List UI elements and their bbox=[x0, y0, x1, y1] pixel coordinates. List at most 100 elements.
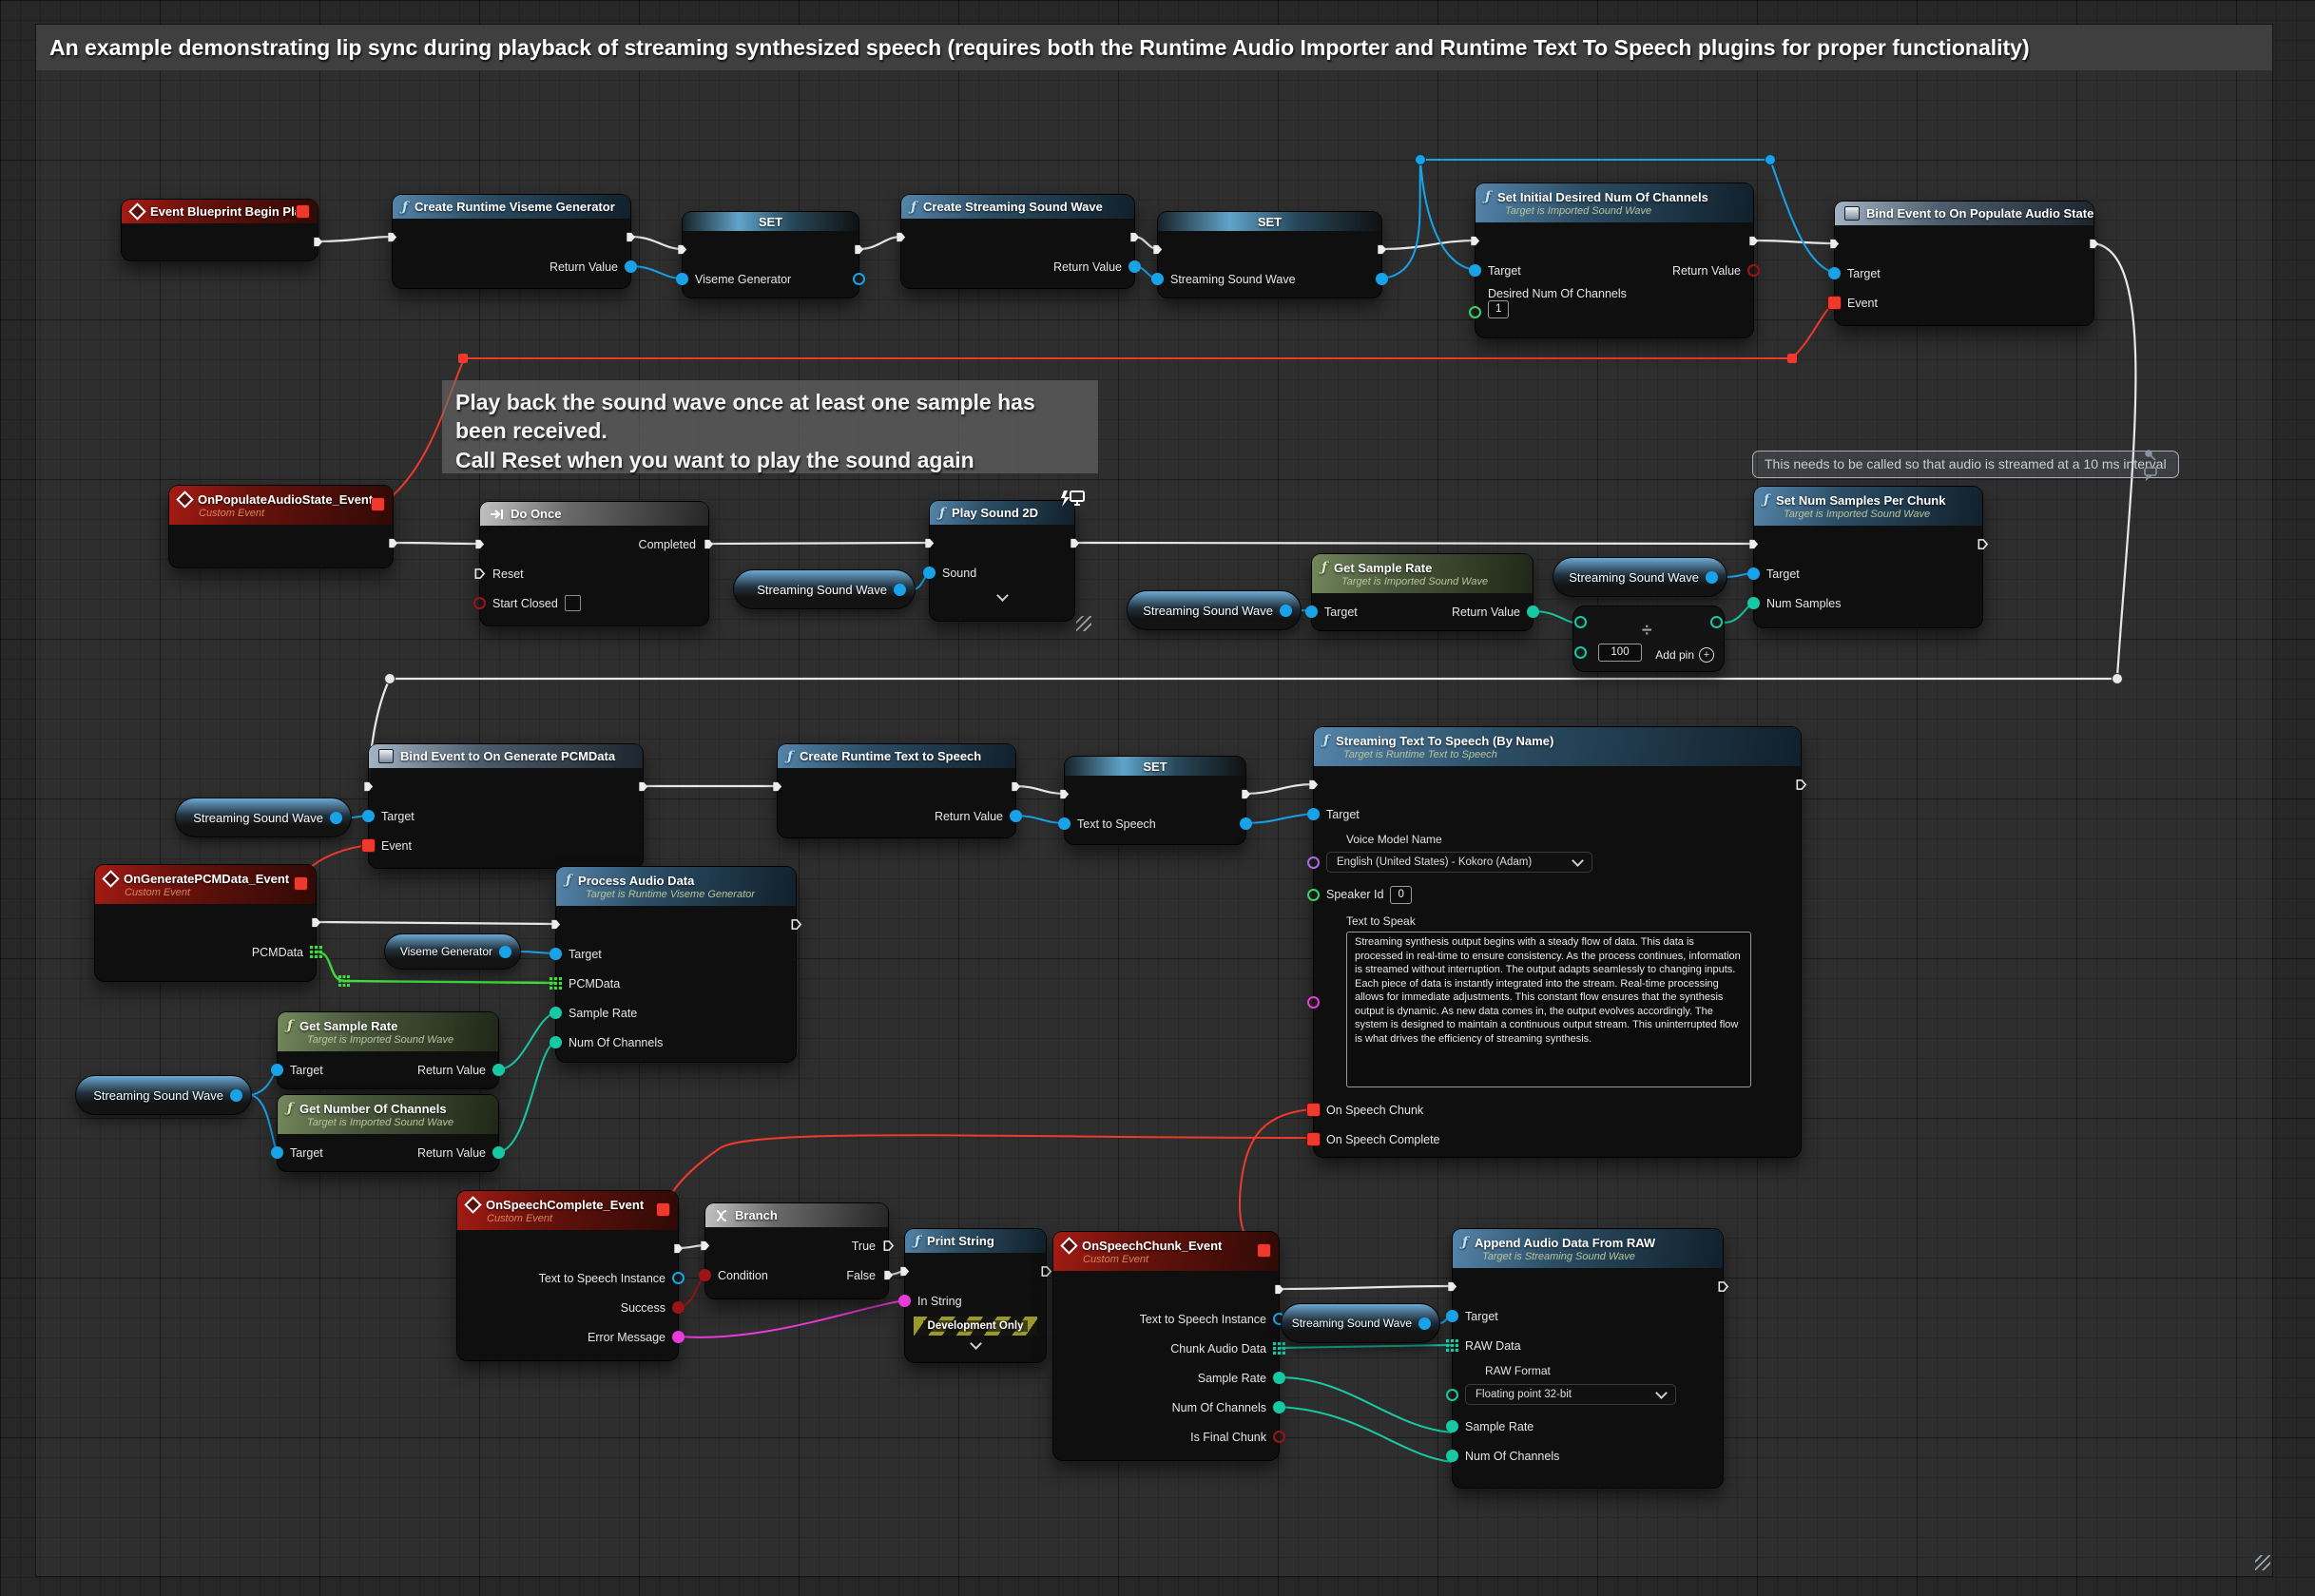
dividend-pin[interactable] bbox=[1574, 616, 1587, 628]
sample-rate-pin[interactable] bbox=[550, 1007, 562, 1019]
node-set-num-samples-per-chunk[interactable]: ƒ Set Num Samples Per Chunk Target is Im… bbox=[1754, 487, 1982, 627]
node-create-runtime-viseme-generator[interactable]: ƒ Create Runtime Viseme Generator Return… bbox=[393, 195, 630, 288]
reroute-node[interactable] bbox=[1416, 155, 1426, 165]
start-closed-checkbox[interactable] bbox=[565, 595, 581, 611]
target-pin[interactable] bbox=[1446, 1310, 1458, 1322]
exec-out-pin[interactable] bbox=[1069, 537, 1081, 549]
comment-resize-grip[interactable] bbox=[1076, 616, 1091, 631]
node-create-runtime-text-to-speech[interactable]: ƒ Create Runtime Text to Speech Return V… bbox=[778, 744, 1015, 837]
reroute-node[interactable] bbox=[1765, 155, 1776, 165]
on-speech-chunk-pin[interactable] bbox=[1307, 1104, 1320, 1116]
on-speech-complete-pin[interactable] bbox=[1307, 1133, 1320, 1145]
desired-num-channels-pin[interactable] bbox=[1469, 306, 1481, 318]
exec-in-pin[interactable] bbox=[1307, 779, 1320, 791]
return-value-pin[interactable] bbox=[492, 1146, 505, 1159]
exec-out-pin[interactable] bbox=[1040, 1265, 1052, 1278]
node-streaming-text-to-speech-by-name[interactable]: ƒ Streaming Text To Speech (By Name) Tar… bbox=[1314, 727, 1801, 1157]
value-out-pin[interactable] bbox=[853, 273, 865, 285]
tooltip-pin-icon[interactable] bbox=[2143, 449, 2158, 481]
node-on-generate-pcmdata-event[interactable]: OnGeneratePCMData_Event Custom Event PCM… bbox=[95, 865, 316, 981]
node-branch[interactable]: Branch True ConditionFalse bbox=[705, 1203, 888, 1298]
variable-pill-viseme-generator[interactable]: Viseme Generator bbox=[385, 934, 520, 969]
node-do-once[interactable]: Do Once Completed Reset Start Closed bbox=[480, 502, 708, 625]
variable-pill-streaming-sound-wave[interactable]: Streaming Sound Wave bbox=[1282, 1304, 1439, 1342]
is-final-chunk-pin[interactable] bbox=[1273, 1431, 1285, 1443]
return-value-pin[interactable] bbox=[1747, 264, 1760, 277]
exec-in-pin[interactable] bbox=[550, 918, 562, 931]
exec-out-pin[interactable] bbox=[312, 236, 324, 248]
result-pin[interactable] bbox=[1710, 616, 1723, 628]
node-get-number-of-channels[interactable]: ƒ Get Number Of Channels Target is Impor… bbox=[278, 1095, 498, 1171]
value-out-pin[interactable] bbox=[1240, 817, 1252, 830]
exec-out-pin[interactable] bbox=[637, 780, 649, 793]
delegate-pin[interactable] bbox=[657, 1203, 669, 1216]
raw-format-dropdown[interactable]: Floating point 32-bit bbox=[1465, 1384, 1676, 1405]
node-process-audio-data[interactable]: ƒ Process Audio Data Target is Runtime V… bbox=[556, 867, 796, 1062]
exec-in-pin[interactable] bbox=[362, 780, 375, 793]
target-pin[interactable] bbox=[362, 810, 375, 822]
return-value-pin[interactable] bbox=[1527, 606, 1539, 618]
exec-out-pin[interactable] bbox=[790, 918, 802, 931]
exec-out-pin[interactable] bbox=[853, 243, 865, 256]
completed-exec-pin[interactable] bbox=[703, 538, 715, 550]
exec-in-pin[interactable] bbox=[473, 538, 486, 550]
reroute-node[interactable] bbox=[385, 674, 395, 684]
exec-out-pin[interactable] bbox=[1376, 243, 1388, 256]
exec-out-pin[interactable] bbox=[625, 231, 637, 243]
return-value-pin[interactable] bbox=[1010, 810, 1022, 822]
variable-pill-streaming-sound-wave[interactable]: Streaming Sound Wave bbox=[176, 798, 351, 836]
num-of-channels-pin[interactable] bbox=[1273, 1401, 1285, 1413]
return-value-pin[interactable] bbox=[492, 1064, 505, 1076]
delegate-pin[interactable] bbox=[372, 498, 384, 510]
node-event-blueprint-begin-play[interactable]: Event Blueprint Begin Play bbox=[122, 200, 318, 260]
num-of-channels-pin[interactable] bbox=[550, 1036, 562, 1048]
target-pin[interactable] bbox=[1747, 567, 1760, 580]
expand-chevron-icon[interactable] bbox=[970, 1337, 982, 1350]
value-out-pin[interactable] bbox=[894, 584, 906, 596]
node-divide[interactable]: ÷ 100 Add pin+ bbox=[1573, 606, 1724, 671]
exec-out-pin[interactable] bbox=[1977, 538, 1989, 550]
exec-in-pin[interactable] bbox=[895, 231, 907, 243]
exec-out-pin[interactable] bbox=[672, 1242, 685, 1255]
node-get-sample-rate[interactable]: ƒ Get Sample Rate Target is Imported Sou… bbox=[278, 1012, 498, 1088]
raw-format-pin[interactable] bbox=[1446, 1389, 1458, 1401]
pcmdata-array-pin[interactable] bbox=[550, 977, 562, 990]
node-append-audio-data-from-raw[interactable]: ƒ Append Audio Data From RAW Target is S… bbox=[1453, 1229, 1723, 1488]
speaker-id-pin[interactable] bbox=[1307, 889, 1320, 901]
node-get-sample-rate[interactable]: ƒ Get Sample Rate Target is Imported Sou… bbox=[1312, 554, 1533, 630]
divisor-pin[interactable] bbox=[1574, 646, 1587, 659]
return-value-pin[interactable] bbox=[625, 260, 637, 273]
voice-model-name-pin[interactable] bbox=[1307, 856, 1320, 869]
text-to-speak-pin[interactable] bbox=[1307, 996, 1320, 1009]
variable-pill-streaming-sound-wave[interactable]: Streaming Sound Wave bbox=[76, 1076, 251, 1114]
exec-out-pin[interactable] bbox=[1240, 788, 1252, 800]
node-bind-event-on-populate-audio-state[interactable]: Bind Event to On Populate Audio State Ta… bbox=[1835, 202, 2093, 325]
value-out-pin[interactable] bbox=[230, 1089, 242, 1102]
value-out-pin[interactable] bbox=[499, 946, 511, 958]
value-out-pin[interactable] bbox=[330, 812, 342, 824]
true-exec-pin[interactable] bbox=[882, 1240, 895, 1252]
condition-pin[interactable] bbox=[699, 1269, 711, 1281]
exec-in-pin[interactable] bbox=[1469, 235, 1481, 247]
reroute-node[interactable] bbox=[2112, 674, 2123, 684]
expand-chevron-icon[interactable] bbox=[996, 589, 1009, 602]
node-bind-event-on-generate-pcmdata[interactable]: Bind Event to On Generate PCMData Target… bbox=[369, 744, 643, 868]
error-message-pin[interactable] bbox=[672, 1331, 685, 1343]
target-pin[interactable] bbox=[271, 1064, 283, 1076]
exec-out-pin[interactable] bbox=[387, 537, 399, 549]
false-exec-pin[interactable] bbox=[882, 1269, 895, 1281]
event-pin[interactable] bbox=[362, 839, 375, 852]
text-to-speech-instance-pin[interactable] bbox=[672, 1272, 685, 1284]
target-pin[interactable] bbox=[1307, 808, 1320, 820]
value-out-pin[interactable] bbox=[1706, 571, 1718, 584]
node-set-text-to-speech[interactable]: SET Text to Speech bbox=[1065, 757, 1245, 844]
node-print-string[interactable]: ƒ Print String In String Development Onl… bbox=[905, 1229, 1046, 1362]
add-pin-button[interactable]: Add pin+ bbox=[1655, 647, 1714, 663]
exec-in-pin[interactable] bbox=[1828, 238, 1841, 250]
node-create-streaming-sound-wave[interactable]: ƒ Create Streaming Sound Wave Return Val… bbox=[901, 195, 1134, 288]
exec-out-pin[interactable] bbox=[1795, 779, 1807, 791]
delegate-pin[interactable] bbox=[1258, 1244, 1270, 1257]
reroute-node[interactable] bbox=[458, 354, 468, 363]
divisor-input[interactable]: 100 bbox=[1598, 644, 1642, 662]
raw-data-array-pin[interactable] bbox=[1446, 1339, 1458, 1352]
